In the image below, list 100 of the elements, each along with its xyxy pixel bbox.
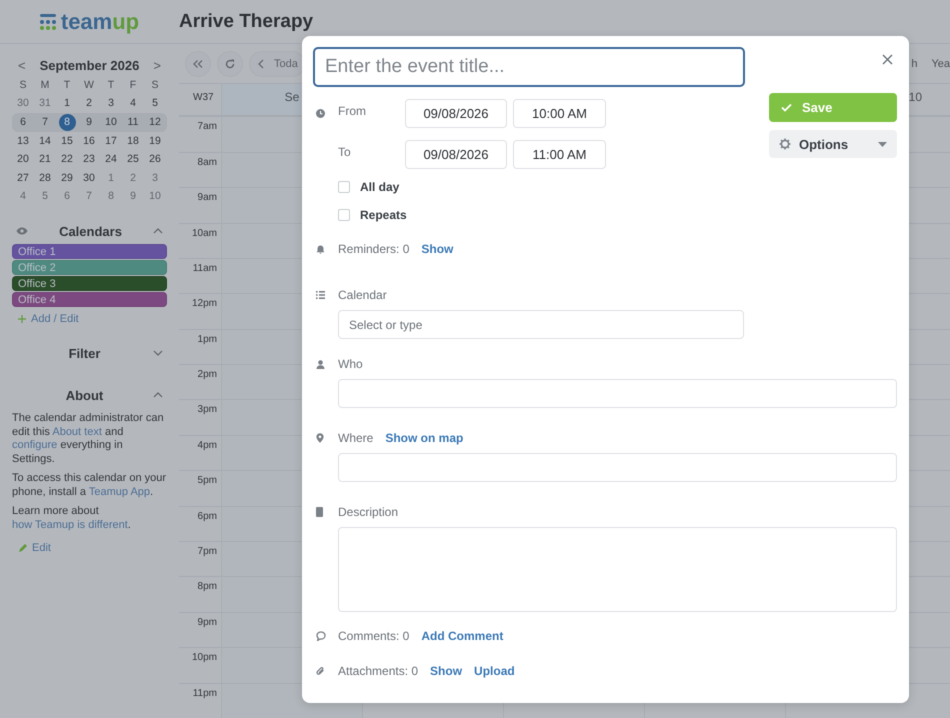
calendar-day[interactable]: 1	[58, 95, 76, 112]
time-field[interactable]: 11:00 AM	[513, 140, 606, 169]
expand-icon[interactable]	[153, 350, 163, 356]
hour-label: 10am	[190, 226, 218, 241]
calendar-day[interactable]: 8	[58, 114, 76, 131]
calendar-day[interactable]: 5	[146, 95, 164, 112]
view-tab[interactable]: h	[903, 58, 918, 70]
date-field[interactable]: 09/08/2026	[405, 99, 507, 128]
calendar-day[interactable]: 4	[124, 95, 142, 112]
field-label: Where	[338, 431, 374, 445]
calendar-day[interactable]: 3	[102, 95, 120, 112]
calendar-day[interactable]: 4	[14, 188, 32, 206]
calendar-item[interactable]: Office 1	[12, 244, 167, 260]
calendar-day[interactable]: 23	[80, 151, 98, 168]
calendar-day[interactable]: 17	[102, 132, 120, 150]
calendar-item[interactable]: Office 4	[12, 292, 167, 308]
calendar-day[interactable]: 30	[14, 95, 32, 112]
calendar-day[interactable]: 31	[36, 95, 54, 112]
calendar-day[interactable]: 9	[80, 114, 98, 131]
calendar-day[interactable]: 22	[58, 151, 76, 168]
calendar-day[interactable]: 29	[58, 170, 76, 187]
hour-label: 7pm	[196, 545, 218, 560]
checkbox[interactable]	[338, 209, 350, 221]
about-link[interactable]: how Teamup is different	[12, 518, 128, 531]
link[interactable]: Show on map	[385, 431, 464, 445]
link[interactable]: Upload	[474, 664, 515, 678]
checkbox-label: Repeats	[360, 208, 407, 222]
calendar-day[interactable]: 6	[14, 114, 32, 131]
about-link[interactable]: About text	[52, 426, 102, 438]
double-chevron-icon	[193, 60, 203, 68]
calendar-day[interactable]: 6	[58, 188, 76, 206]
calendar-day[interactable]: 21	[36, 151, 54, 168]
calendar-day[interactable]: 28	[36, 170, 54, 187]
calendar-day[interactable]: 12	[146, 114, 164, 131]
calendar-day[interactable]: 2	[80, 95, 98, 112]
calendar-day[interactable]: 10	[146, 188, 164, 206]
today-button[interactable]: Toda	[249, 50, 305, 77]
calendar-day[interactable]: 18	[124, 132, 142, 150]
calendar-day[interactable]: 30	[80, 170, 98, 187]
calendar-day[interactable]: 20	[14, 151, 32, 168]
calendar-item[interactable]: Office 3	[12, 276, 167, 292]
collapse-icon[interactable]	[153, 392, 163, 398]
field-label: Calendar	[338, 288, 387, 302]
check-icon	[781, 103, 792, 112]
map-pin-icon	[316, 433, 324, 443]
calendar-day[interactable]: 13	[14, 132, 32, 150]
calendar-day[interactable]: 11	[124, 114, 142, 131]
options-button[interactable]: Options	[769, 130, 897, 158]
month-title: September 2026	[40, 58, 140, 72]
description-field[interactable]	[338, 527, 897, 612]
hour-label: 8am	[196, 156, 218, 170]
add-edit-link[interactable]: Add / Edit	[31, 313, 79, 326]
edit-link[interactable]: Edit	[32, 542, 51, 554]
calendar-day[interactable]: 24	[102, 151, 120, 168]
weekday-label: F	[128, 78, 138, 93]
bell-icon	[316, 244, 325, 254]
about-link[interactable]: configure	[12, 439, 58, 452]
calendar-day[interactable]: 27	[14, 170, 32, 187]
calendar-day[interactable]: 7	[36, 114, 54, 131]
field-label: Description	[338, 505, 398, 519]
previous-month-button[interactable]: <	[16, 58, 28, 72]
event-title-field[interactable]: Enter the event title...	[313, 47, 745, 87]
link[interactable]: Show	[430, 664, 462, 678]
time-field[interactable]: 10:00 AM	[513, 99, 606, 128]
calendar-day[interactable]: 14	[36, 132, 54, 150]
section-title: About	[64, 388, 104, 403]
about-link[interactable]: Teamup App	[88, 486, 150, 498]
calendar-day[interactable]: 19	[146, 132, 164, 150]
calendar-day[interactable]: 5	[36, 188, 54, 206]
calendar-day[interactable]: 7	[80, 188, 98, 206]
checkbox[interactable]	[338, 181, 350, 193]
calendar-day[interactable]: 15	[58, 132, 76, 150]
previous-icon	[258, 58, 264, 69]
calendar-day[interactable]: 16	[80, 132, 98, 150]
calendar-day[interactable]: 1	[102, 170, 120, 187]
collapse-icon[interactable]	[153, 228, 163, 234]
refresh-button[interactable]	[217, 50, 243, 77]
plus-icon	[18, 315, 26, 324]
input-field[interactable]: Select or type	[338, 310, 744, 339]
calendar-day[interactable]: 3	[146, 170, 164, 187]
weekday-label: W	[83, 78, 95, 93]
link[interactable]: Show	[421, 242, 454, 256]
calendar-day[interactable]: 2	[124, 170, 142, 187]
date-field[interactable]: 09/08/2026	[405, 140, 507, 169]
calendar-day[interactable]: 26	[146, 151, 164, 168]
jump-back-button[interactable]	[185, 50, 211, 77]
document-icon	[316, 507, 323, 517]
input-field[interactable]	[338, 379, 897, 408]
input-field[interactable]	[338, 453, 897, 482]
weekday-label: S	[150, 78, 160, 93]
field-label: Attachments: 0	[338, 664, 418, 678]
view-tab[interactable]: Yea	[923, 58, 950, 70]
calendar-day[interactable]: 10	[102, 114, 120, 131]
calendar-day[interactable]: 25	[124, 151, 142, 168]
eye-icon[interactable]	[16, 227, 28, 236]
link[interactable]: Add Comment	[421, 629, 504, 643]
calendar-day[interactable]: 9	[124, 188, 142, 206]
clock-icon	[316, 109, 325, 118]
calendar-day[interactable]: 8	[102, 188, 120, 206]
next-month-button[interactable]: >	[151, 58, 163, 72]
